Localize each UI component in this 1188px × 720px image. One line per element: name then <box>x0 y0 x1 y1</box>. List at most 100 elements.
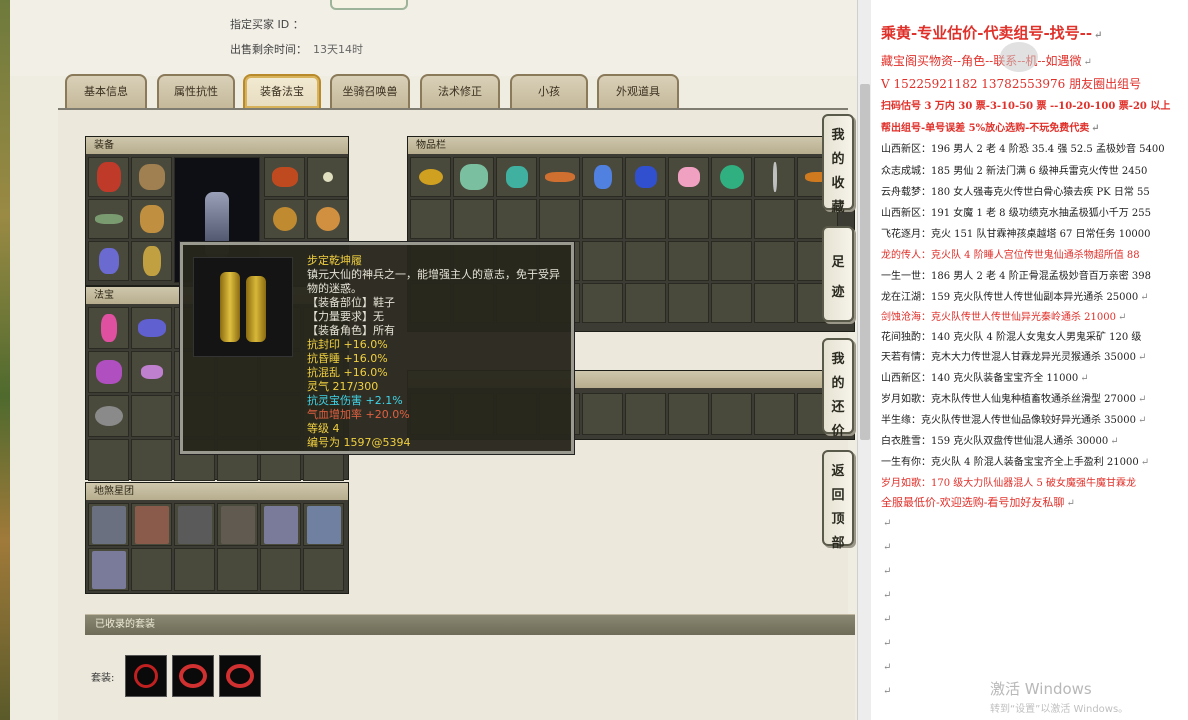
inventory-item[interactable] <box>496 157 537 197</box>
inventory-slot[interactable] <box>711 283 752 323</box>
collected-sets-panel: 已收录的套装 套装: <box>85 614 855 720</box>
tab-equipment[interactable]: 装备法宝 <box>243 74 321 108</box>
tooltip-anti-treasure: 抗灵宝伤害 +2.1% <box>307 394 403 407</box>
notes-line: 岁月如歌：170 级大力队仙器混人 5 破女魔强牛魔甘霖龙 <box>881 478 1136 489</box>
inventory-slot[interactable] <box>668 283 709 323</box>
treasure-item[interactable] <box>131 351 172 393</box>
my-bargain-button[interactable]: 我的还价 <box>822 338 854 439</box>
inventory-item[interactable] <box>711 157 752 197</box>
back-to-top-button[interactable]: 返回顶部 <box>822 450 854 551</box>
inventory-slot[interactable] <box>754 241 795 281</box>
treasure-item[interactable] <box>88 395 129 437</box>
notes-line: 一生有你：克火队 4 阶混人装备宝宝齐全上手盈利 21000 ↵ <box>881 457 1150 468</box>
spirit-slot[interactable] <box>260 548 301 591</box>
storage-slot[interactable] <box>625 393 666 435</box>
inventory-slot[interactable] <box>625 199 666 239</box>
equip-slot[interactable] <box>131 199 172 239</box>
page-scrollbar[interactable] <box>857 0 871 720</box>
inventory-slot[interactable] <box>496 199 537 239</box>
inventory-item[interactable] <box>754 157 795 197</box>
spirit-slot[interactable] <box>303 548 344 591</box>
treasure-item[interactable] <box>131 307 172 349</box>
top-action-button[interactable] <box>330 0 408 10</box>
set-item[interactable] <box>219 655 261 697</box>
equip-slot[interactable] <box>307 199 348 239</box>
tab-basic-info[interactable]: 基本信息 <box>65 74 147 108</box>
inventory-item[interactable] <box>453 157 494 197</box>
set-item[interactable] <box>172 655 214 697</box>
listing-header: 指定买家 ID ： 出售剩余时间： 13天14时 <box>10 0 858 76</box>
spirit-card[interactable] <box>174 503 215 546</box>
tooltip-slot: 【装备部位】鞋子 <box>307 296 395 309</box>
inventory-slot[interactable] <box>754 283 795 323</box>
tab-spell-correction[interactable]: 法术修正 <box>420 74 500 108</box>
storage-slot[interactable] <box>754 393 795 435</box>
my-favorites-button[interactable]: 我的收藏 <box>822 114 854 215</box>
tab-child[interactable]: 小孩 <box>510 74 588 108</box>
inventory-slot[interactable] <box>410 199 451 239</box>
treasure-item[interactable] <box>88 351 129 393</box>
inventory-slot[interactable] <box>625 283 666 323</box>
remaining-time-label: 出售剩余时间： <box>230 43 307 56</box>
storage-slot[interactable] <box>668 393 709 435</box>
equip-slot[interactable] <box>88 241 129 281</box>
activate-windows-title: 激活 Windows <box>990 680 1092 698</box>
notes-line: 剑蚀沧海：克火队传世人传世仙异光秦岭通杀 21000 ↵ <box>881 312 1127 323</box>
inventory-slot[interactable] <box>754 199 795 239</box>
tab-mounts-pets[interactable]: 坐骑召唤兽 <box>330 74 410 108</box>
notes-line: 山西新区：196 男人 2 老 4 阶恐 35.4 强 52.5 孟极妙音 54… <box>881 144 1165 155</box>
tab-appearance[interactable]: 外观道具 <box>597 74 679 108</box>
empty-paragraph-mark: ↵ <box>883 566 892 577</box>
treasure-slot[interactable] <box>131 395 172 437</box>
empty-paragraph-mark: ↵ <box>883 542 892 553</box>
notes-document[interactable]: 乘黄-专业估价-代卖组号-找号-- ↵ 藏宝阁买物资--角色--联系--机--如遇… <box>871 0 1188 720</box>
my-favorites-label: 我的收藏 <box>831 128 845 215</box>
spirit-slot[interactable] <box>174 548 215 591</box>
inventory-slot[interactable] <box>711 241 752 281</box>
storage-slot[interactable] <box>582 393 623 435</box>
footprint-button[interactable]: 足迹 <box>822 226 854 322</box>
treasure-item[interactable] <box>88 307 129 349</box>
equip-slot[interactable] <box>264 157 305 197</box>
inventory-item[interactable] <box>668 157 709 197</box>
scrollbar-thumb[interactable] <box>860 84 870 440</box>
equip-slot[interactable] <box>131 241 172 281</box>
screen: 指定买家 ID ： 出售剩余时间： 13天14时 基本信息 属性抗性 装备法宝 坐… <box>0 0 1188 720</box>
equip-slot[interactable] <box>88 199 129 239</box>
storage-slot[interactable] <box>711 393 752 435</box>
inventory-slot[interactable] <box>582 241 623 281</box>
inventory-slot[interactable] <box>453 199 494 239</box>
inventory-slot[interactable] <box>582 199 623 239</box>
notes-line: 扫码估号 3 万内 30 票-3-10-50 票 --10-20-100 票-2… <box>881 101 1171 112</box>
spirit-card[interactable] <box>131 503 172 546</box>
equipment-title: 装备 <box>86 137 348 154</box>
inventory-item[interactable] <box>582 157 623 197</box>
inventory-item[interactable] <box>539 157 580 197</box>
empty-paragraph-mark: ↵ <box>883 518 892 529</box>
treasure-slot[interactable] <box>88 439 129 481</box>
equip-slot[interactable] <box>264 199 305 239</box>
treasure-slot[interactable] <box>131 439 172 481</box>
floating-chat-icon[interactable] <box>1000 42 1038 72</box>
inventory-slot[interactable] <box>582 283 623 323</box>
spirit-card[interactable] <box>303 503 344 546</box>
spirit-slot[interactable] <box>131 548 172 591</box>
spirit-card[interactable] <box>88 503 129 546</box>
notes-line: 天若有情：克木大力传世混人甘霖龙异光灵猴通杀 35000 ↵ <box>881 352 1147 363</box>
inventory-slot[interactable] <box>668 241 709 281</box>
inventory-slot[interactable] <box>711 199 752 239</box>
spirit-card[interactable] <box>260 503 301 546</box>
equip-slot[interactable] <box>131 157 172 197</box>
inventory-slot[interactable] <box>625 241 666 281</box>
spirit-card[interactable] <box>217 503 258 546</box>
spirit-slot[interactable] <box>217 548 258 591</box>
inventory-slot[interactable] <box>668 199 709 239</box>
tab-attributes[interactable]: 属性抗性 <box>157 74 235 108</box>
inventory-item[interactable] <box>410 157 451 197</box>
equip-slot[interactable] <box>88 157 129 197</box>
set-item[interactable] <box>125 655 167 697</box>
inventory-slot[interactable] <box>539 199 580 239</box>
spirit-card[interactable] <box>88 548 129 591</box>
inventory-item[interactable] <box>625 157 666 197</box>
equip-slot[interactable] <box>307 157 348 197</box>
